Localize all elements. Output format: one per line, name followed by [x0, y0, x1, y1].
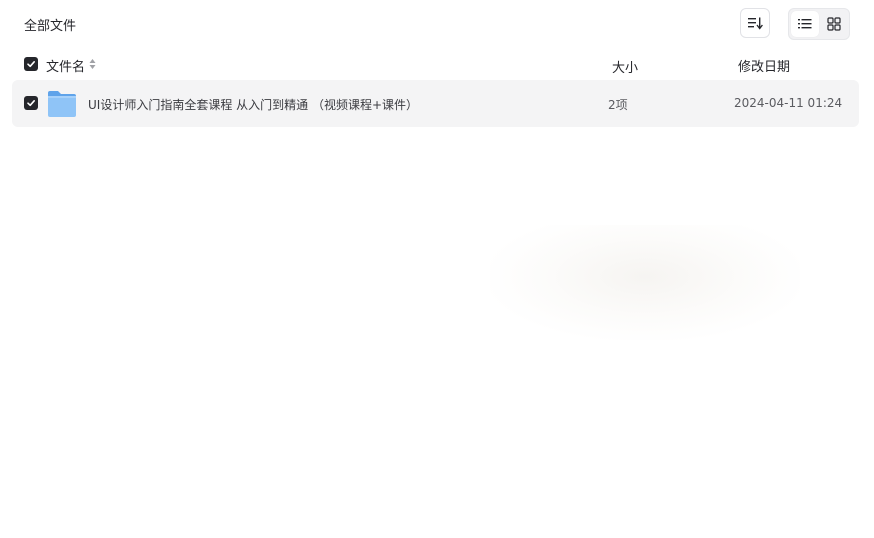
view-toggle [788, 8, 850, 40]
sort-button[interactable] [740, 8, 770, 38]
column-size[interactable]: 大小 [612, 57, 638, 76]
grid-view-icon [827, 17, 841, 31]
row-checkbox[interactable] [24, 96, 38, 110]
sort-list-icon [748, 17, 763, 30]
file-name[interactable]: UI设计师入门指南全套课程 从入门到精通 （视频课程+课件） [88, 96, 418, 113]
check-icon [27, 61, 35, 68]
list-view-icon [798, 19, 812, 29]
column-header: 文件名 大小 修改日期 [0, 52, 874, 76]
grid-view-button[interactable] [820, 11, 848, 37]
background-glow [490, 225, 800, 340]
toolbar: 全部文件 [0, 0, 874, 48]
select-all-checkbox[interactable] [24, 57, 38, 71]
file-modified-date: 2024-04-11 01:24 [734, 96, 843, 110]
file-browser: 全部文件 文件名 大小 修改日期 UI设计师入门指南全套课程 从入门到精通 （视… [0, 0, 874, 538]
sort-caret-icon[interactable] [89, 58, 96, 70]
folder-icon [48, 91, 76, 117]
breadcrumb[interactable]: 全部文件 [24, 15, 76, 34]
column-name[interactable]: 文件名 [46, 56, 85, 75]
column-date[interactable]: 修改日期 [738, 56, 790, 75]
check-icon [27, 100, 35, 107]
file-size: 2项 [608, 98, 628, 112]
list-view-button[interactable] [791, 11, 819, 37]
file-row[interactable]: UI设计师入门指南全套课程 从入门到精通 （视频课程+课件） 2项 2024-0… [12, 80, 859, 127]
